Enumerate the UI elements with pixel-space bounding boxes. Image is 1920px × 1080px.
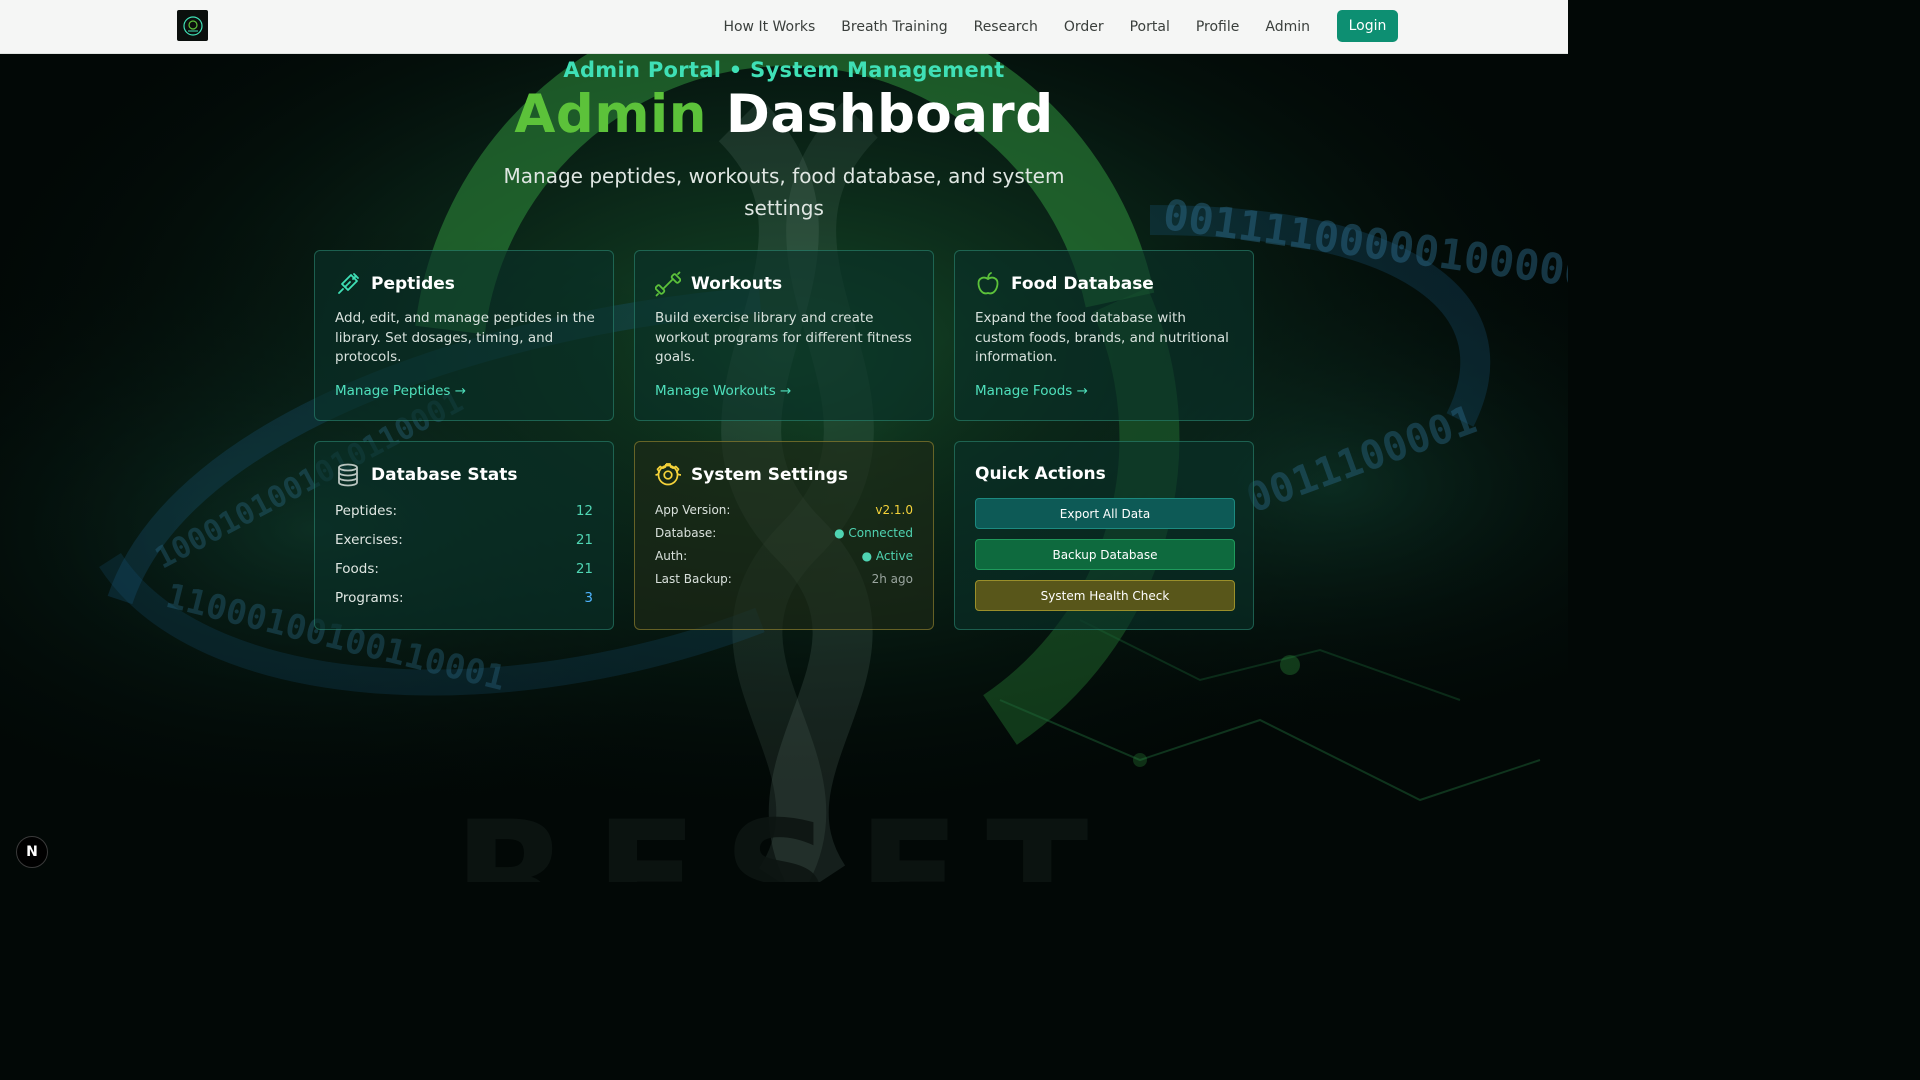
stat-value: 21 — [575, 561, 593, 577]
nav-how-it-works[interactable]: How It Works — [723, 19, 815, 35]
setting-row-auth: Auth: ● Active — [655, 549, 913, 563]
hero-subtitle: Manage peptides, workouts, food database… — [503, 164, 1065, 220]
setting-value: 2h ago — [871, 572, 913, 586]
brain-logo-icon — [182, 15, 203, 36]
login-button[interactable]: Login — [1337, 10, 1398, 42]
page-title: Admin Dashboard — [0, 84, 1568, 145]
peptides-card: Peptides Add, edit, and manage peptides … — [314, 250, 614, 421]
setting-row-app-version: App Version: v2.1.0 — [655, 503, 913, 517]
stat-value: 3 — [584, 590, 593, 606]
setting-label: Database: — [655, 526, 717, 540]
stat-value: 21 — [575, 532, 593, 548]
setting-label: App Version: — [655, 503, 731, 517]
dumbbell-icon — [655, 271, 681, 297]
food-database-card: Food Database Expand the food database w… — [954, 250, 1254, 421]
setting-value: v2.1.0 — [875, 503, 913, 517]
gear-icon — [655, 463, 681, 486]
setting-row-database: Database: ● Connected — [655, 526, 913, 540]
apple-icon — [977, 272, 999, 295]
stat-row-peptides: Peptides: 12 — [335, 503, 593, 519]
database-icon — [338, 463, 358, 487]
stat-value: 12 — [575, 503, 593, 519]
manage-workouts-link[interactable]: Manage Workouts → — [655, 383, 791, 399]
setting-label: Last Backup: — [655, 572, 732, 586]
backup-database-button[interactable]: Backup Database — [975, 539, 1235, 570]
workouts-card-title: Workouts — [691, 274, 783, 294]
manage-foods-link[interactable]: Manage Foods → — [975, 383, 1088, 399]
reset-watermark: RESET — [453, 790, 1115, 882]
peptides-card-title: Peptides — [371, 274, 455, 294]
food-database-card-description: Expand the food database with custom foo… — [975, 310, 1229, 366]
stat-row-exercises: Exercises: 21 — [335, 532, 593, 548]
brand-logo[interactable] — [177, 10, 208, 41]
nav-portal[interactable]: Portal — [1130, 19, 1170, 35]
nav-links: How It Works Breath Training Research Or… — [697, 0, 1310, 53]
setting-label: Auth: — [655, 549, 688, 563]
food-database-card-title: Food Database — [1011, 274, 1154, 294]
manage-peptides-link[interactable]: Manage Peptides → — [335, 383, 466, 399]
workouts-card: Workouts Build exercise library and crea… — [634, 250, 934, 421]
setting-row-last-backup: Last Backup: 2h ago — [655, 572, 913, 586]
export-all-data-button[interactable]: Export All Data — [975, 498, 1235, 529]
quick-actions-title: Quick Actions — [975, 464, 1106, 484]
nav-order[interactable]: Order — [1064, 19, 1104, 35]
nav-research[interactable]: Research — [974, 19, 1038, 35]
stat-row-foods: Foods: 21 — [335, 561, 593, 577]
system-health-check-button[interactable]: System Health Check — [975, 580, 1235, 611]
stat-label: Programs: — [335, 590, 404, 606]
dev-tools-badge[interactable]: N — [16, 836, 48, 868]
system-settings-title: System Settings — [691, 465, 848, 485]
peptides-card-description: Add, edit, and manage peptides in the li… — [335, 310, 595, 366]
auth-status-value: ● Active — [861, 549, 913, 563]
stat-row-programs: Programs: 3 — [335, 590, 593, 606]
top-navigation-bar: How It Works Breath Training Research Or… — [0, 0, 1568, 54]
nav-admin[interactable]: Admin — [1265, 19, 1310, 35]
page-title-accent: Admin — [514, 84, 707, 145]
quick-actions-card: Quick Actions Export All Data Backup Dat… — [954, 441, 1254, 630]
hero-eyebrow: Admin Portal • System Management — [563, 58, 1005, 82]
nav-profile[interactable]: Profile — [1196, 19, 1240, 35]
stat-label: Foods: — [335, 561, 379, 577]
nav-breath-training[interactable]: Breath Training — [841, 19, 947, 35]
database-status-value: ● Connected — [834, 526, 913, 540]
workouts-card-description: Build exercise library and create workou… — [655, 310, 912, 366]
stat-label: Exercises: — [335, 532, 403, 548]
stat-label: Peptides: — [335, 503, 398, 519]
system-settings-card: System Settings App Version: v2.1.0 Data… — [634, 441, 934, 630]
syringe-icon — [338, 273, 359, 294]
database-stats-title: Database Stats — [371, 465, 518, 485]
page-title-rest: Dashboard — [706, 84, 1054, 145]
database-stats-card: Database Stats Peptides: 12 Exercises: 2… — [314, 441, 614, 630]
